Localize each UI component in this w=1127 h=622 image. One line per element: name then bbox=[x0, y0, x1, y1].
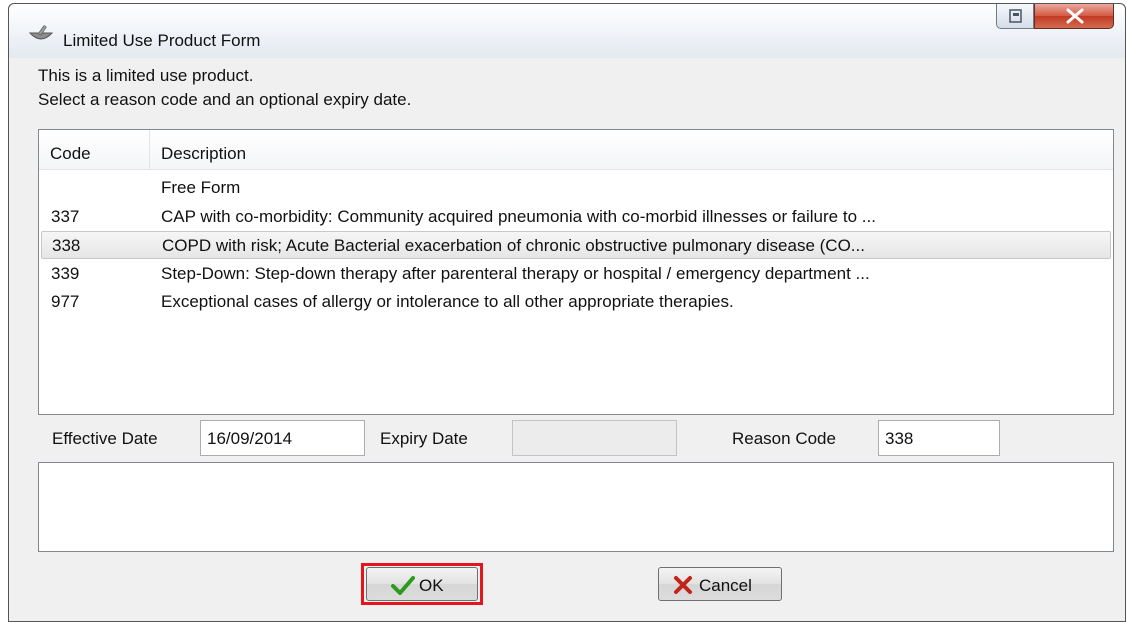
reason-code-field[interactable]: 338 bbox=[878, 420, 1000, 456]
column-header-description[interactable]: Description bbox=[161, 144, 246, 164]
list-header: Code Description bbox=[39, 130, 1113, 170]
description-cell: CAP with co-morbidity: Community acquire… bbox=[161, 207, 876, 226]
close-button[interactable] bbox=[1034, 4, 1114, 29]
intro-line-2: Select a reason code and an optional exp… bbox=[38, 90, 412, 109]
checkmark-icon bbox=[391, 576, 415, 595]
mortar-pestle-icon bbox=[29, 25, 53, 40]
column-separator[interactable] bbox=[149, 130, 150, 170]
close-icon bbox=[1066, 8, 1084, 24]
reason-code-label: Reason Code bbox=[732, 429, 836, 448]
description-cell: Exceptional cases of allergy or intolera… bbox=[161, 292, 734, 311]
x-icon bbox=[674, 576, 692, 594]
code-cell: 977 bbox=[51, 292, 80, 311]
intro-line-1: This is a limited use product. bbox=[38, 66, 254, 85]
list-item[interactable]: Free Form bbox=[41, 174, 1111, 202]
list-item[interactable]: 339 Step-Down: Step-down therapy after p… bbox=[41, 260, 1111, 288]
code-cell: 339 bbox=[51, 264, 80, 283]
ok-button[interactable]: OK bbox=[366, 567, 478, 601]
restore-button[interactable] bbox=[996, 4, 1034, 29]
description-cell: Free Form bbox=[161, 178, 241, 197]
list-item[interactable]: 337 CAP with co-morbidity: Community acq… bbox=[41, 203, 1111, 231]
expiry-date-field[interactable] bbox=[512, 420, 677, 456]
list-item-selected[interactable]: 338 COPD with risk; Acute Bacterial exac… bbox=[41, 231, 1111, 259]
restore-icon bbox=[1009, 9, 1022, 23]
title-bar[interactable]: Limited Use Product Form bbox=[9, 4, 1125, 58]
description-cell: COPD with risk; Acute Bacterial exacerba… bbox=[162, 236, 865, 255]
expiry-date-label: Expiry Date bbox=[380, 429, 468, 448]
description-cell: Step-Down: Step-down therapy after paren… bbox=[161, 264, 870, 283]
window-title: Limited Use Product Form bbox=[63, 31, 261, 50]
notes-memo[interactable] bbox=[38, 462, 1114, 552]
column-header-code[interactable]: Code bbox=[50, 144, 91, 164]
ok-button-label: OK bbox=[419, 576, 444, 595]
effective-date-label: Effective Date bbox=[52, 429, 158, 448]
code-cell: 338 bbox=[52, 236, 81, 255]
reason-code-list[interactable]: Code Description Free Form 337 CAP with … bbox=[38, 129, 1114, 415]
cancel-button[interactable]: Cancel bbox=[658, 567, 782, 601]
code-cell: 337 bbox=[51, 207, 80, 226]
effective-date-field[interactable]: 16/09/2014 bbox=[200, 420, 365, 456]
list-item[interactable]: 977 Exceptional cases of allergy or into… bbox=[41, 288, 1111, 316]
cancel-button-label: Cancel bbox=[699, 576, 752, 595]
